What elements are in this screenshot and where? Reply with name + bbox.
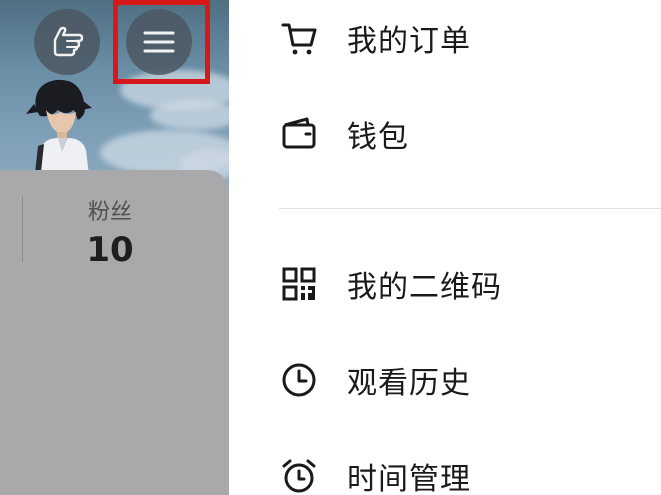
gesture-button[interactable]	[34, 9, 100, 75]
menu-item-label: 我的二维码	[347, 270, 502, 305]
menu-item-wallet[interactable]: 钱包	[279, 108, 409, 160]
menu-item-label: 时间管理	[347, 462, 471, 495]
clock-icon	[279, 360, 319, 400]
qr-code-icon	[279, 264, 319, 304]
app-screen: 粉丝 10 我的订单 钱包 我的二维码 观看历史 时间管理	[0, 0, 661, 495]
side-drawer-menu: 我的订单 钱包 我的二维码 观看历史 时间管理	[229, 0, 661, 495]
menu-item-time-management[interactable]: 时间管理	[279, 450, 471, 495]
menu-item-label: 我的订单	[347, 24, 471, 59]
menu-item-my-orders[interactable]: 我的订单	[279, 12, 471, 64]
fans-count[interactable]: 10	[70, 230, 150, 270]
menu-item-label: 钱包	[347, 120, 409, 155]
fans-label: 粉丝	[87, 200, 132, 225]
menu-item-label: 观看历史	[347, 366, 471, 401]
cart-icon	[279, 18, 319, 58]
stats-divider	[22, 196, 23, 262]
menu-item-my-qr-code[interactable]: 我的二维码	[279, 258, 502, 310]
profile-panel-dimmed[interactable]: 粉丝 10	[0, 0, 229, 495]
menu-divider	[279, 208, 661, 209]
pointing-hand-icon	[53, 26, 84, 57]
highlight-annotation-box	[113, 0, 210, 84]
alarm-clock-icon	[279, 456, 319, 495]
menu-item-watch-history[interactable]: 观看历史	[279, 354, 471, 406]
wallet-icon	[279, 114, 319, 154]
